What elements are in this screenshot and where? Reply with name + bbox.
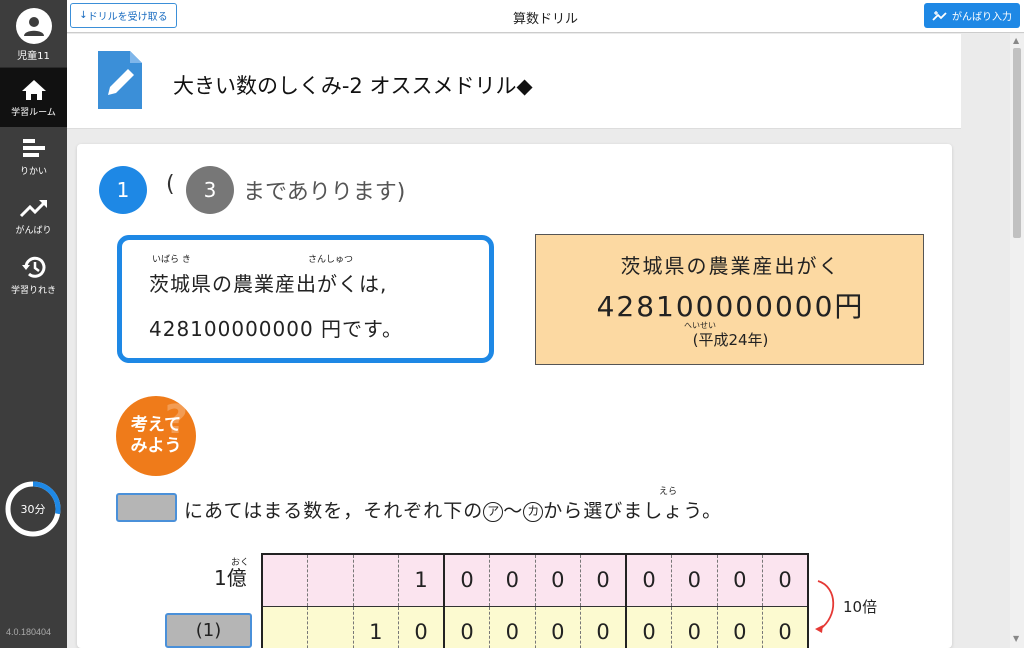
sidebar-item-label: りかい: [19, 166, 47, 177]
digit-cell: [307, 553, 354, 607]
scrollbar-thumb[interactable]: [1013, 48, 1021, 238]
question-card: 1 ( 3 までありります) いばら き さんしゅつ 茨城県の農業産出がくは, …: [77, 144, 952, 648]
home-icon: [21, 79, 46, 100]
digit-cell: 0: [580, 606, 627, 648]
place-value-table: 100000000 1000000000: [261, 553, 809, 648]
digit-cell: 0: [762, 553, 809, 607]
user-name: 児童11: [17, 51, 50, 62]
question-total-text: までありります): [243, 180, 406, 205]
ten-times-label: 10倍: [843, 598, 878, 616]
instruction-part: 〜: [503, 500, 524, 522]
app-title: 算数ドリル: [512, 12, 578, 27]
blank-sample: [116, 493, 177, 522]
info-box: 茨城県の農業産出がく 428100000000円 へいせい (平成24年): [535, 234, 924, 365]
digit-cell: 0: [580, 553, 627, 607]
digit-cell: [352, 553, 399, 607]
ruby-text: いばら き: [152, 255, 191, 265]
scroll-down-icon[interactable]: ▼: [1013, 634, 1019, 643]
sidebar-item-study-room[interactable]: 学習ルーム: [0, 68, 67, 127]
info-note: (平成24年): [692, 331, 769, 349]
info-value: 428100000000円: [596, 290, 865, 323]
timer-label: 30分: [20, 503, 46, 516]
table-row: 100000000: [261, 553, 809, 607]
trend-up-icon: [19, 199, 47, 217]
history-icon: [21, 256, 45, 278]
speech-line: 428100000000 円です。: [149, 317, 404, 341]
version-text: 4.0.180404: [6, 627, 52, 637]
speech-line: 茨城県の農業産出がくは,: [149, 272, 388, 296]
digit-cell: [307, 606, 354, 648]
digit-cell: 1: [352, 606, 399, 648]
digit-cell: 0: [534, 553, 581, 607]
circled-ka: カ: [523, 502, 544, 522]
digit-cell: 0: [671, 606, 718, 648]
user-icon: [23, 17, 44, 36]
drill-header: 大きい数のしくみ-2 オススメドリル◆: [67, 34, 961, 129]
sidebar: 児童11 学習ルーム りかい がんばり 学習りれき 30分 4.0.180404: [0, 0, 67, 648]
digit-cell: [261, 606, 308, 648]
sidebar-item-effort[interactable]: がんばり: [0, 186, 67, 245]
instruction-part: にあてはまる数を，それぞれ下の: [184, 500, 484, 522]
table-row: 1000000000: [261, 606, 809, 648]
think-label: 考えて みよう: [130, 415, 182, 456]
effort-input-label: がんばり入力: [952, 12, 1012, 23]
paren-open: (: [166, 172, 175, 197]
digit-cell: 0: [489, 606, 536, 648]
row-label-oku: 1億: [214, 566, 247, 590]
arrow-icon: [815, 580, 835, 633]
top-bar: ↓ ドリルを受け取る 算数ドリル がんばり入力: [67, 0, 1024, 33]
scroll-up-icon[interactable]: ▲: [1013, 36, 1019, 45]
digit-cell: 0: [398, 606, 445, 648]
digit-cell: 0: [671, 553, 718, 607]
digit-cell: 1: [398, 553, 445, 607]
sidebar-item-understanding[interactable]: りかい: [0, 127, 67, 186]
digit-cell: 0: [489, 553, 536, 607]
sidebar-item-label: 学習ルーム: [11, 107, 56, 118]
circled-a: ア: [483, 502, 504, 522]
answer-blank-1[interactable]: (1): [165, 613, 252, 648]
drill-title: 大きい数のしくみ-2 オススメドリル◆: [173, 74, 533, 98]
digit-cell: 0: [716, 553, 763, 607]
instruction-text: にあてはまる数を，それぞれ下のア〜カから選びましょう。: [184, 496, 722, 523]
info-title: 茨城県の農業産出がく: [620, 254, 841, 278]
digit-cell: 0: [716, 606, 763, 648]
think-badge: 考えて みよう: [116, 396, 196, 476]
digit-cell: 0: [443, 553, 490, 607]
question-total: 3: [186, 166, 234, 214]
digit-cell: 0: [534, 606, 581, 648]
trend-up-icon: [932, 10, 947, 21]
question-number: 1: [99, 166, 147, 214]
avatar: [15, 8, 52, 44]
digit-cell: 0: [625, 606, 672, 648]
digit-cell: [261, 553, 308, 607]
bars-icon: [22, 138, 45, 157]
digit-cell: 0: [443, 606, 490, 648]
ruby-text: さんしゅつ: [308, 255, 354, 265]
sidebar-item-label: 学習りれき: [10, 285, 56, 296]
sidebar-item-label: がんばり: [15, 225, 52, 236]
instruction-part: から選びましょう。: [543, 500, 723, 522]
digit-cell: 0: [762, 606, 809, 648]
digit-cell: 0: [625, 553, 672, 607]
scrollbar[interactable]: ▲ ▼: [1010, 34, 1024, 648]
effort-input-button[interactable]: がんばり入力: [924, 3, 1020, 28]
edit-document-icon: [98, 51, 142, 109]
user-profile[interactable]: 児童11: [0, 0, 67, 68]
speech-bubble: いばら き さんしゅつ 茨城県の農業産出がくは, 428100000000 円で…: [117, 235, 494, 363]
sidebar-item-history[interactable]: 学習りれき: [0, 245, 67, 304]
